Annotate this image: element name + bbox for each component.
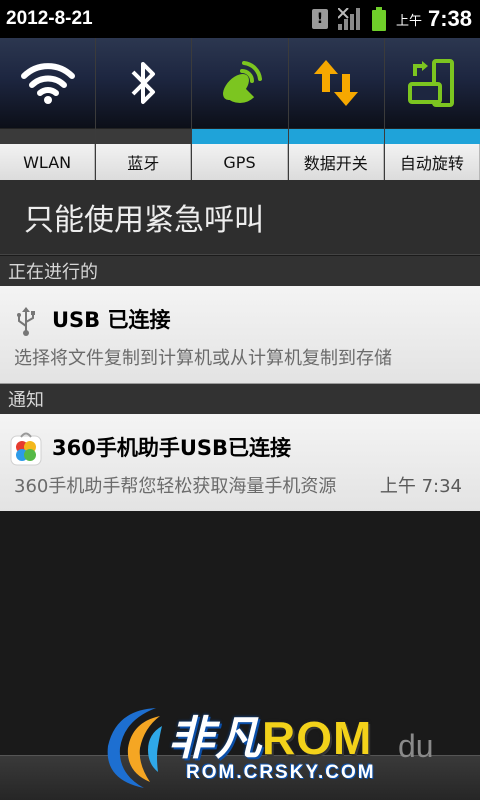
bluetooth-icon [131, 62, 155, 104]
section-header-ongoing: 正在进行的 [0, 256, 480, 286]
status-date: 2012-8-21 [6, 8, 93, 29]
watermark-url: ROM.CRSKY.COM [186, 762, 376, 783]
watermark-brand: 非凡ROM [168, 712, 373, 764]
rotate-icon [408, 59, 455, 107]
battery-icon [371, 7, 386, 31]
toggle-wlan[interactable]: WLAN [0, 38, 97, 180]
usb-icon [17, 307, 35, 336]
toggle-rotate-indicator [384, 128, 480, 144]
notification-title: 360手机助手USB已连接 [52, 436, 292, 460]
toggle-bluetooth[interactable]: 蓝牙 [96, 38, 193, 180]
toggle-gps-label: GPS [192, 144, 288, 180]
watermark-du: du [398, 728, 434, 764]
wifi-icon [20, 63, 75, 104]
toggle-rotate[interactable]: 自动旋转 [384, 38, 480, 180]
data-arrows-icon [314, 60, 359, 106]
360-assistant-icon [10, 432, 42, 466]
toggle-bluetooth-indicator [96, 128, 192, 144]
watermark: 非凡ROM du ROM.CRSKY.COM [98, 700, 468, 796]
status-time: 7:38 [427, 6, 472, 31]
section-header-notifications: 通知 [0, 384, 480, 414]
toggle-rotate-label: 自动旋转 [384, 144, 480, 180]
toggle-bluetooth-label: 蓝牙 [96, 144, 192, 180]
alert-icon: ! [311, 9, 328, 29]
notification-usb[interactable]: USB 已连接 选择将文件复制到计算机或从计算机复制到存储 [0, 286, 480, 384]
toggle-data-label: 数据开关 [288, 144, 384, 180]
gps-icon [223, 61, 262, 103]
notification-text: 选择将文件复制到计算机或从计算机复制到存储 [14, 348, 392, 369]
notification-text: 360手机助手帮您轻松获取海量手机资源 [14, 476, 337, 497]
status-ampm: 上午 [395, 13, 422, 29]
crsky-logo-icon [107, 708, 162, 788]
toggle-gps-indicator [192, 128, 288, 144]
toggle-wlan-indicator [0, 128, 96, 144]
signal-icon [337, 8, 360, 30]
notification-title: USB 已连接 [52, 308, 171, 332]
notification-time: 上午 7:34 [379, 476, 462, 497]
notification-360[interactable]: 360手机助手USB已连接 360手机助手帮您轻松获取海量手机资源 上午 7:3… [0, 414, 480, 512]
emergency-calls-only: 只能使用紧急呼叫 [0, 180, 480, 255]
toggle-data-indicator [288, 128, 384, 144]
status-bar: 2012-8-21 ! 上午 7:38 [0, 0, 480, 38]
toggle-data[interactable]: 数据开关 [288, 38, 385, 180]
toggle-wlan-label: WLAN [0, 144, 96, 180]
quick-toggles: WLAN 蓝牙 GPS 数据开关 自动旋转 [0, 38, 480, 180]
toggle-gps[interactable]: GPS [192, 38, 289, 180]
